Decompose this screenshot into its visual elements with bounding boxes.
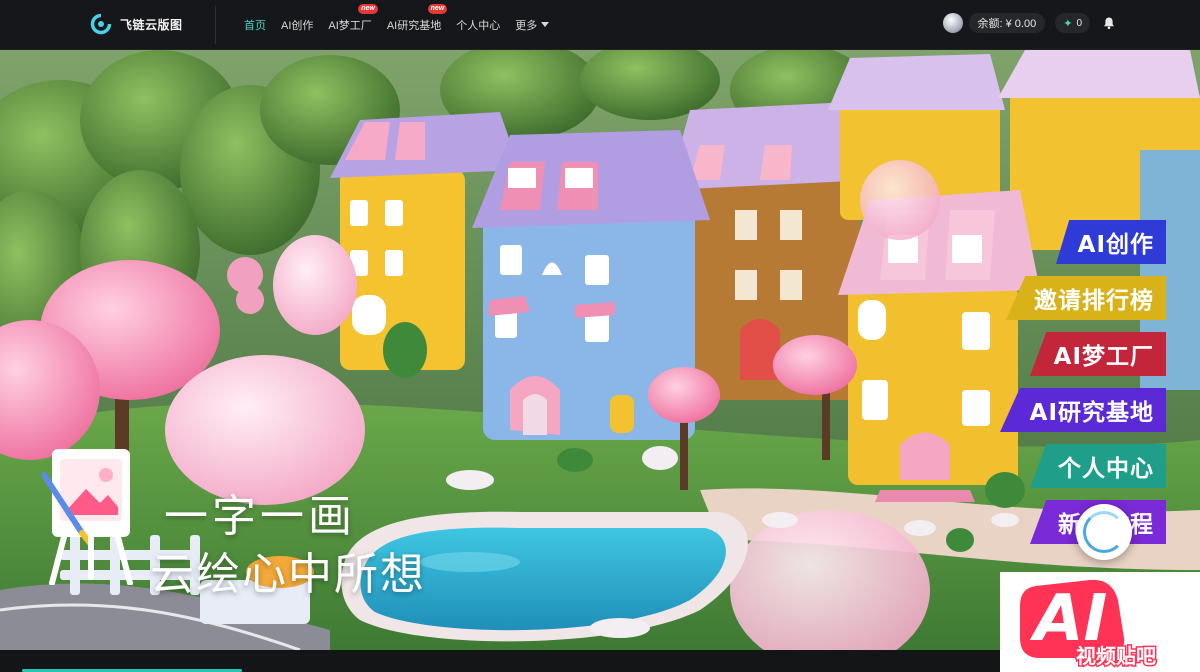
side-item-label: 个人中心 bbox=[1058, 456, 1154, 482]
nav-label: AI研究基地 bbox=[386, 20, 442, 32]
brand-name: 飞链云版图 bbox=[120, 17, 183, 32]
side-item-label: 邀请排行榜 bbox=[1034, 288, 1154, 314]
nav-item-more[interactable]: 更多 bbox=[515, 17, 550, 33]
side-item-invite-ranking[interactable]: 邀请排行榜 bbox=[1006, 276, 1166, 320]
logo-icon bbox=[90, 13, 112, 35]
hero-banner[interactable]: 一字一画 云绘心中所想 AI创作 邀请排行榜 AI梦工厂 AI研究基地 个人中心… bbox=[0, 50, 1200, 650]
hero-side-menu: AI创作 邀请排行榜 AI梦工厂 AI研究基地 个人中心 新人教程 bbox=[966, 220, 1166, 560]
divider bbox=[215, 6, 216, 44]
nav-label: AI创作 bbox=[281, 20, 314, 32]
nav-label: AI梦工厂 bbox=[328, 20, 372, 32]
coin-count: 0 bbox=[1076, 17, 1082, 29]
watermark-small-text: 视频贴吧 bbox=[1075, 643, 1158, 670]
nav-item-ai-create[interactable]: AI创作 bbox=[281, 17, 313, 33]
coin-icon: ✦ bbox=[1063, 17, 1073, 30]
nav-label: 更多 bbox=[515, 20, 538, 32]
coin-counter[interactable]: ✦ 0 bbox=[1055, 13, 1090, 33]
easel-icon bbox=[42, 449, 133, 585]
new-badge: new bbox=[358, 4, 378, 14]
nav-item-ai-research-base[interactable]: AI研究基地 new bbox=[386, 4, 448, 33]
hero-slogan: 一字一画 云绘心中所想 bbox=[150, 488, 426, 604]
floating-round-button[interactable] bbox=[1076, 504, 1132, 560]
nav-item-personal-center[interactable]: 个人中心 bbox=[456, 17, 500, 33]
loader-ring-icon bbox=[1083, 511, 1125, 553]
account-tools: 余额: ¥ 0.00 ✦ 0 bbox=[942, 13, 1116, 33]
brand-logo[interactable]: 飞链云版图 bbox=[90, 13, 183, 35]
main-nav: 首页 AI创作 AI梦工厂 new AI研究基地 new 个人中心 更多 bbox=[244, 0, 564, 50]
balance-text: 余额: ¥ 0.00 bbox=[977, 18, 1037, 30]
nav-label: 首页 bbox=[244, 20, 266, 32]
side-item-label: AI梦工厂 bbox=[1053, 344, 1154, 370]
avatar[interactable] bbox=[942, 13, 963, 33]
top-navigation-bar: 飞链云版图 首页 AI创作 AI梦工厂 new AI研究基地 new 个人中心 更多… bbox=[0, 0, 1200, 50]
side-item-ai-dream-factory[interactable]: AI梦工厂 bbox=[1030, 332, 1166, 376]
caret-down-icon bbox=[541, 22, 550, 27]
side-item-personal-center[interactable]: 个人中心 bbox=[1030, 444, 1166, 488]
slogan-line-1: 一字一画 bbox=[164, 491, 356, 542]
slogan-line-2: 云绘心中所想 bbox=[150, 549, 426, 600]
side-item-label: AI研究基地 bbox=[1029, 400, 1154, 426]
nav-item-ai-dream-factory[interactable]: AI梦工厂 new bbox=[328, 4, 378, 33]
side-item-ai-research-base[interactable]: AI研究基地 bbox=[1000, 388, 1166, 432]
side-item-label: AI创作 bbox=[1077, 232, 1154, 258]
nav-label: 个人中心 bbox=[456, 20, 501, 32]
watermark: AI 视频贴吧 bbox=[1000, 572, 1200, 672]
bell-icon[interactable] bbox=[1102, 16, 1116, 30]
side-item-ai-create[interactable]: AI创作 bbox=[1056, 220, 1166, 264]
nav-item-home[interactable]: 首页 bbox=[244, 17, 266, 33]
new-badge: new bbox=[427, 4, 448, 14]
balance-display[interactable]: 余额: ¥ 0.00 bbox=[968, 13, 1046, 33]
